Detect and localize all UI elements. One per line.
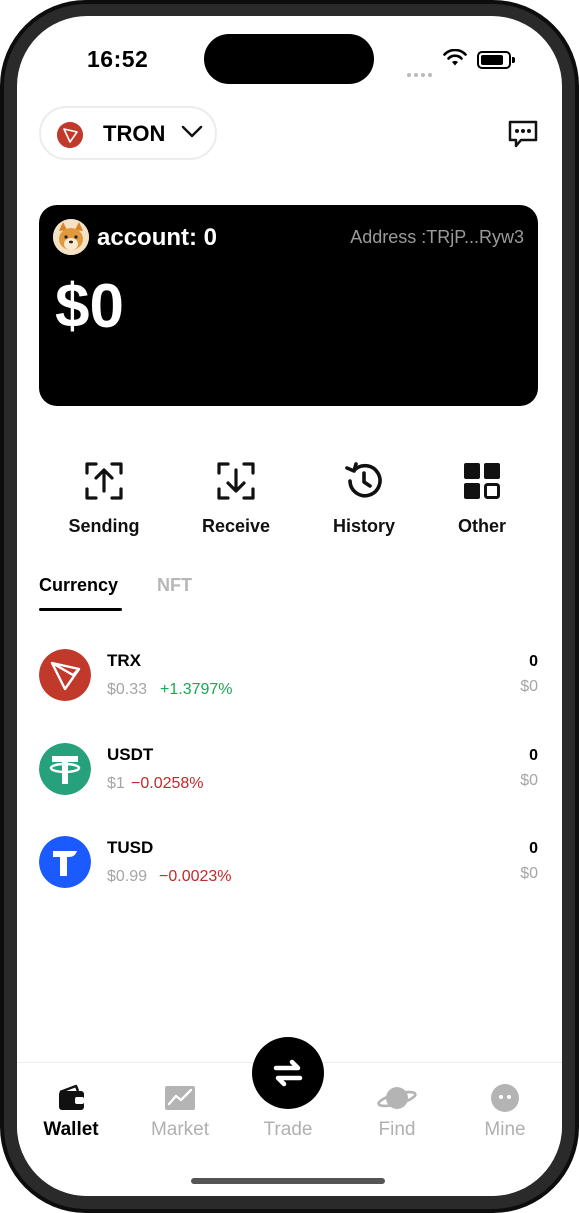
tron-logo-icon (57, 122, 83, 148)
avatar (53, 219, 89, 255)
token-symbol: TRX (107, 651, 141, 670)
token-symbol: TUSD (107, 838, 154, 857)
nav-wallet[interactable]: Wallet (21, 1083, 121, 1141)
nav-market-label: Market (150, 1119, 210, 1140)
active-tab-indicator (39, 608, 122, 611)
tusd-logo-icon (39, 836, 91, 888)
usdt-logo-icon (39, 743, 91, 795)
tab-nft[interactable]: NFT (157, 575, 192, 596)
nav-trade-label: Trade (263, 1119, 313, 1140)
home-indicator (191, 1178, 385, 1184)
screen: 16:52 TRON account: 0 Address:TRjP...Ry… (17, 16, 562, 1196)
dynamic-island (204, 34, 374, 84)
phone-frame: 16:52 TRON account: 0 Address:TRjP...Ry… (0, 0, 579, 1213)
other-label: Other (457, 516, 506, 536)
wifi-icon (443, 49, 467, 66)
network-selector[interactable]: TRON (39, 106, 217, 160)
token-price: $0.33 (107, 681, 148, 698)
planet-icon (377, 1087, 417, 1109)
token-change: −0.0258% (131, 775, 204, 792)
chevron-down-icon (181, 125, 203, 138)
receive-button[interactable]: Receive (176, 460, 296, 537)
nav-find-label: Find (378, 1119, 416, 1140)
trx-logo-icon (39, 649, 91, 701)
token-change: +1.3797% (160, 681, 233, 698)
chart-icon (165, 1086, 195, 1110)
token-row-usdt[interactable]: USDT $1 −0.0258% 0 $0 (17, 743, 562, 813)
message-icon[interactable] (507, 119, 539, 149)
token-row-trx[interactable]: TRX $0.33 +1.3797% 0 $0 (17, 649, 562, 719)
history-label: History (332, 516, 395, 536)
wallet-icon (59, 1084, 84, 1110)
token-value: $0 (520, 772, 538, 789)
wallet-address[interactable]: Address :TRjP...Ryw3 (350, 227, 524, 248)
nav-mine-label: Mine (484, 1119, 526, 1140)
total-balance: $0 (55, 272, 124, 341)
account-card[interactable]: account: 0 Address :TRjP...Ryw3 $0 (39, 205, 538, 406)
nav-find[interactable]: Find (347, 1083, 447, 1141)
token-row-tusd[interactable]: TUSD $0.99 −0.0023% 0 $0 (17, 836, 562, 906)
trade-button[interactable] (252, 1037, 324, 1109)
receive-label: Receive (201, 516, 271, 536)
network-name: TRON (103, 121, 166, 146)
upload-icon (85, 462, 123, 500)
swap-icon (273, 1059, 303, 1087)
history-button[interactable]: History (304, 460, 424, 537)
tab-currency[interactable]: Currency (39, 575, 118, 596)
token-amount: 0 (529, 747, 538, 764)
token-amount: 0 (529, 653, 538, 670)
token-price: $1 (107, 775, 125, 792)
sending-button[interactable]: Sending (44, 460, 164, 537)
nav-wallet-label: Wallet (43, 1119, 99, 1140)
profile-icon (491, 1084, 519, 1112)
token-value: $0 (520, 865, 538, 882)
cellular-signal-icon (407, 64, 435, 82)
nav-mine[interactable]: Mine (455, 1083, 555, 1141)
token-value: $0 (520, 678, 538, 695)
nav-market[interactable]: Market (130, 1083, 230, 1141)
other-button[interactable]: Other (422, 460, 542, 537)
token-price: $0.99 (107, 868, 148, 885)
token-symbol: USDT (107, 745, 154, 764)
account-name: account: 0 (97, 224, 218, 251)
status-time: 16:52 (87, 46, 149, 72)
token-amount: 0 (529, 840, 538, 857)
token-change: −0.0023% (159, 868, 232, 885)
sending-label: Sending (68, 516, 140, 536)
battery-icon (477, 51, 515, 69)
download-icon (217, 462, 255, 500)
history-icon (345, 462, 382, 498)
grid-icon (464, 463, 500, 499)
